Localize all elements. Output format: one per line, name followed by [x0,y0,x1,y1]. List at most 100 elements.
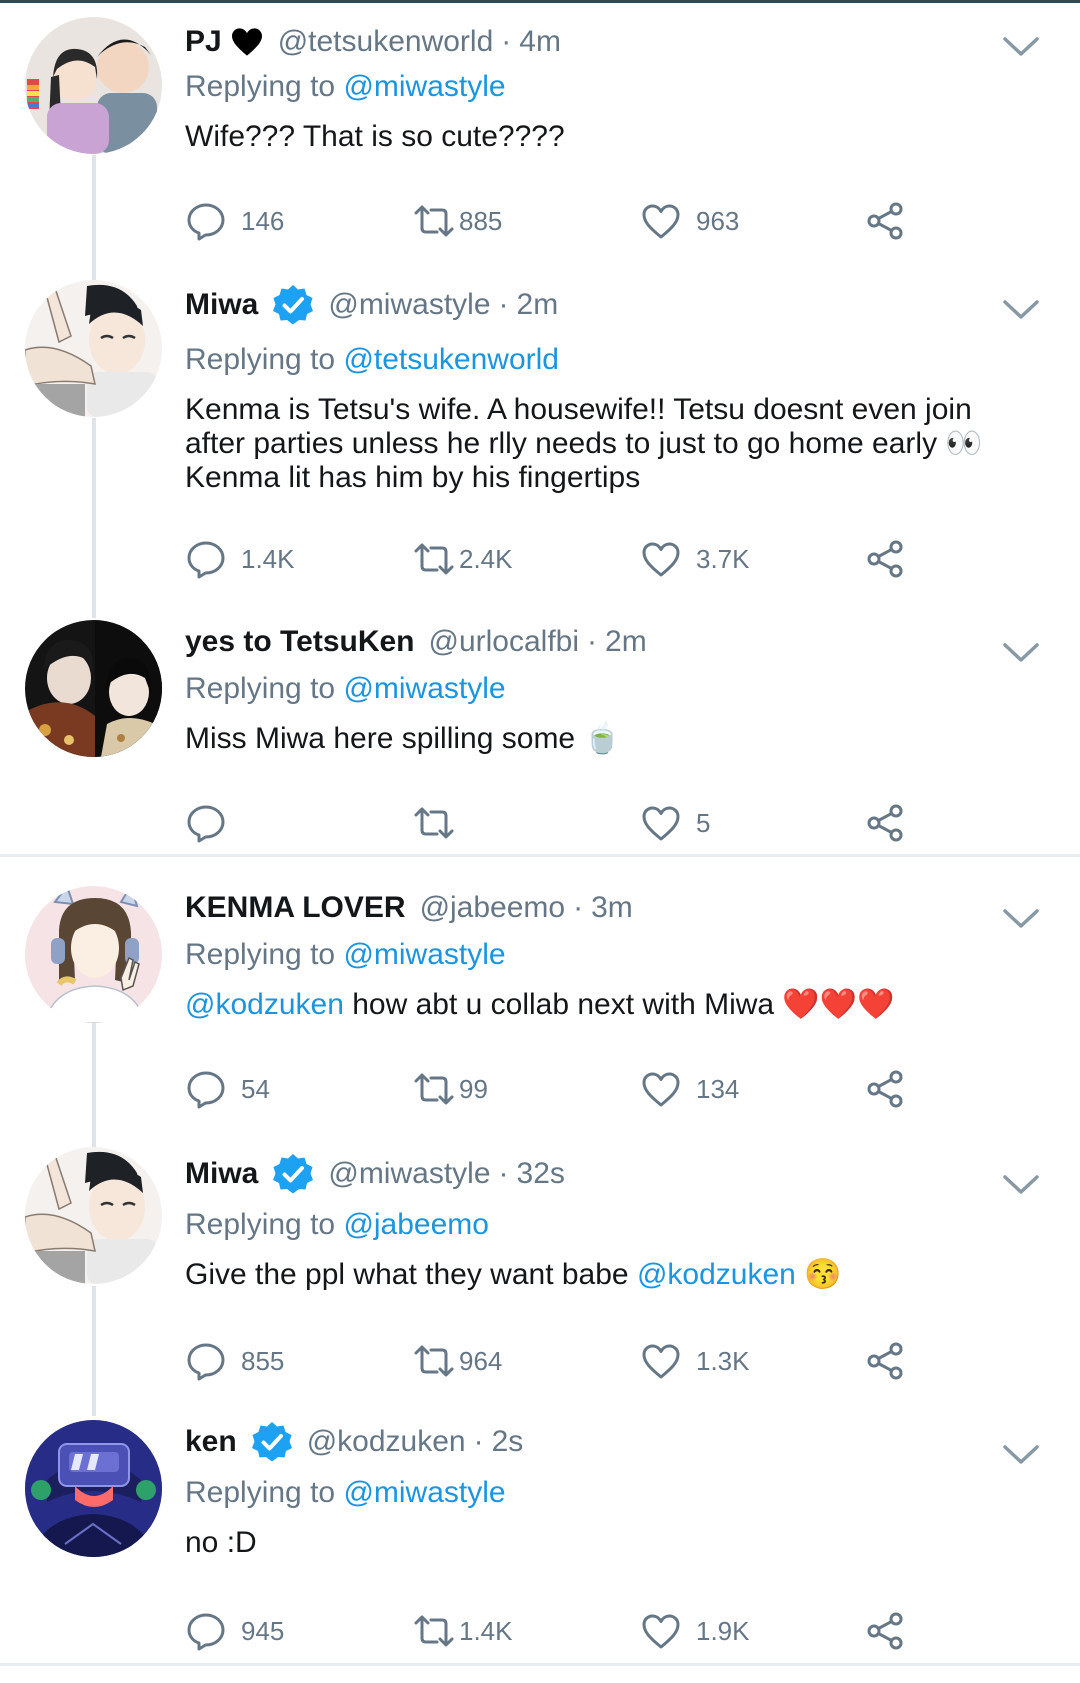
timestamp[interactable]: 2m [517,288,559,322]
retweet-icon [414,1615,454,1647]
avatar[interactable] [25,17,162,154]
tweet-actions: 1.4K 2.4K 3.7K [185,536,905,582]
like-button[interactable]: 963 [640,198,739,244]
share-button[interactable] [865,1338,907,1384]
reply-button[interactable] [185,800,241,846]
tweet[interactable]: Miwa @miwastyle · 32s Replying to @jabee… [0,1130,1080,1398]
avatar[interactable] [25,886,162,1023]
reply-button[interactable]: 146 [185,198,284,244]
tweet-header: PJ @tetsukenworld · 4m [185,20,561,64]
reply-count: 1.4K [241,543,295,574]
share-button[interactable] [865,1066,907,1112]
timestamp[interactable]: 2s [492,1425,524,1459]
timestamp[interactable]: 32s [517,1157,565,1191]
timestamp[interactable]: 3m [591,891,633,925]
timestamp[interactable]: 4m [519,25,561,59]
user-handle[interactable]: @tetsukenworld [278,25,494,59]
like-count: 5 [696,807,711,838]
share-button[interactable] [865,800,907,846]
reply-button[interactable]: 945 [185,1608,284,1654]
like-count: 134 [696,1073,740,1104]
timestamp[interactable]: 2m [605,625,647,659]
avatar[interactable] [25,1147,162,1284]
avatar-image [25,1420,162,1557]
chevron-down-icon[interactable] [1002,299,1040,321]
retweet-button[interactable]: 99 [413,1066,488,1112]
user-handle[interactable]: @miwastyle [328,1157,490,1191]
separator-dot: · [501,25,512,58]
tweet[interactable]: ken @kodzuken · 2s Replying to @miwastyl… [0,1400,1080,1663]
text-mention[interactable]: @kodzuken [637,1258,796,1291]
share-button[interactable] [865,198,907,244]
retweet-icon [414,205,454,237]
reply-button[interactable]: 1.4K [185,536,295,582]
display-name[interactable]: ken [185,1425,237,1459]
like-button[interactable]: 3.7K [640,536,750,582]
like-icon [642,1072,680,1107]
tweet-text-content: how abt u collab next with Miwa ❤️❤️❤️ [343,988,895,1021]
user-handle[interactable]: @kodzuken [307,1425,466,1459]
retweet-button[interactable]: 1.4K [413,1608,513,1654]
tweet[interactable]: PJ @tetsukenworld · 4m Replying to @miwa… [0,0,1080,260]
retweet-button[interactable] [413,800,459,846]
separator-dot: · [498,1157,509,1190]
display-name[interactable]: PJ [185,25,222,59]
avatar[interactable] [25,1420,162,1557]
replying-to-mention[interactable]: @miwastyle [343,1476,505,1509]
replying-to-mention[interactable]: @miwastyle [343,672,505,705]
tweet-text: Kenma is Tetsu's wife. A housewife!! Tet… [185,393,1025,495]
retweet-button[interactable]: 964 [413,1338,502,1384]
reply-button[interactable]: 54 [185,1066,270,1112]
retweet-count: 1.4K [459,1615,513,1646]
user-handle[interactable]: @urlocalfbi [429,625,580,659]
tweet-text-content: Kenma is Tetsu's wife. A housewife!! Tet… [185,393,983,494]
retweet-button[interactable]: 2.4K [413,536,513,582]
like-count: 1.9K [696,1615,750,1646]
share-icon [867,1070,903,1108]
chevron-down-icon[interactable] [1002,1444,1040,1466]
like-button[interactable]: 1.3K [640,1338,750,1384]
display-name[interactable]: Miwa [185,1157,258,1191]
display-name[interactable]: Miwa [185,288,258,322]
share-icon [867,804,903,842]
avatar[interactable] [25,280,162,417]
replying-to-mention[interactable]: @miwastyle [343,70,505,103]
display-name[interactable]: yes to TetsuKen [185,625,415,659]
avatar[interactable] [25,620,162,757]
share-button[interactable] [865,1608,907,1654]
tweet[interactable]: yes to TetsuKen @urlocalfbi · 2m Replyin… [0,598,1080,854]
replying-to-mention[interactable]: @tetsukenworld [343,343,559,376]
user-handle[interactable]: @jabeemo [420,891,566,925]
verified-badge-icon [272,1153,314,1195]
like-button[interactable]: 134 [640,1066,739,1112]
chevron-down-icon[interactable] [1002,642,1040,664]
separator-dot: · [587,625,598,658]
tweet-actions: 146 885 963 [185,198,905,244]
tweet-header: KENMA LOVER @jabeemo · 3m [185,886,633,930]
text-mention[interactable]: @kodzuken [185,988,344,1021]
tweet-text-content: no :D [185,1526,257,1559]
chevron-down-icon[interactable] [1002,1174,1040,1196]
retweet-button[interactable]: 885 [413,198,502,244]
avatar-image [25,620,162,757]
reply-icon [187,541,225,579]
tweet-actions: 54 99 134 [185,1066,905,1112]
tweet[interactable]: Miwa @miwastyle · 2m Replying to @tetsuk… [0,263,1080,598]
like-button[interactable]: 5 [640,800,710,846]
retweet-icon [414,1073,454,1105]
chevron-down-icon[interactable] [1002,908,1040,930]
chevron-down-icon[interactable] [1002,36,1040,58]
user-handle[interactable]: @miwastyle [328,288,490,322]
replying-to: Replying to @tetsukenworld [185,343,559,377]
reply-count: 945 [241,1615,285,1646]
tweet[interactable]: KENMA LOVER @jabeemo · 3m Replying to @m… [0,866,1080,1126]
verified-badge-icon [251,1421,293,1463]
reply-button[interactable]: 855 [185,1338,284,1384]
display-name[interactable]: KENMA LOVER [185,891,406,925]
reply-count: 54 [241,1073,270,1104]
replying-to-mention[interactable]: @miwastyle [343,938,505,971]
black-heart-icon [230,27,264,57]
share-button[interactable] [865,536,907,582]
like-button[interactable]: 1.9K [640,1608,750,1654]
replying-to-mention[interactable]: @jabeemo [343,1208,489,1241]
